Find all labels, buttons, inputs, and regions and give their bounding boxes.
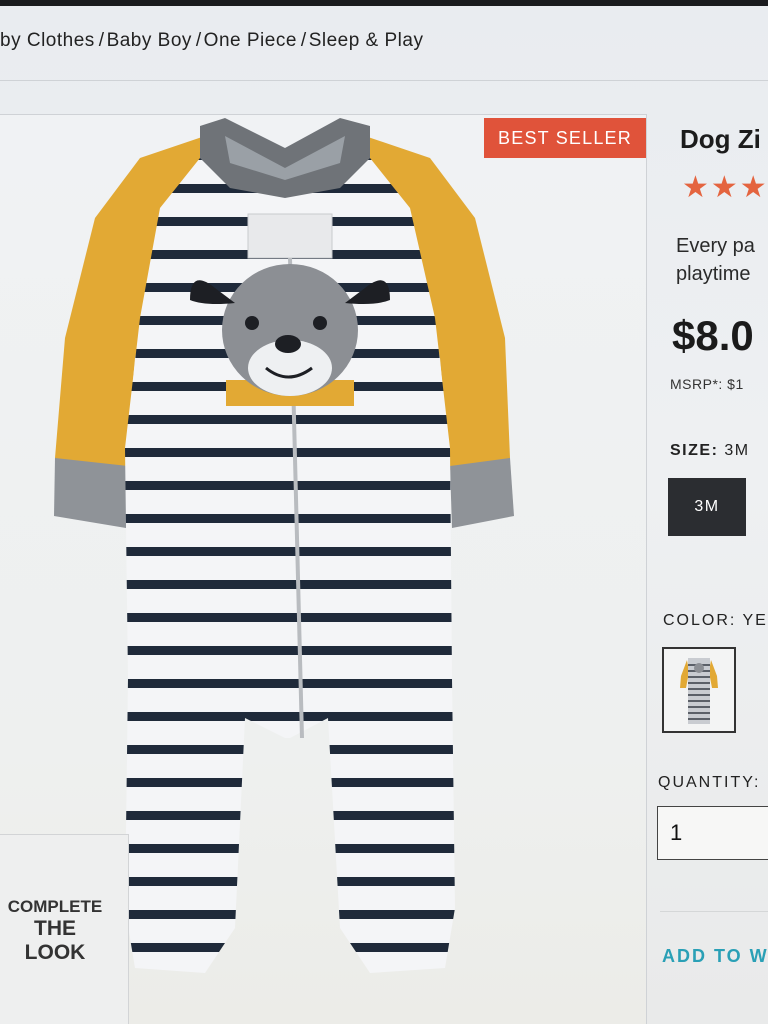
header-divider [0,80,768,81]
product-price: $8.0 [672,312,754,359]
details-divider [660,911,768,912]
color-label: COLOR: YE [663,612,768,629]
size-label: SIZE: 3M [670,442,750,459]
breadcrumb: by Clothes / Baby Boy / One Piece / Sleep & Pl… [0,30,425,52]
breadcrumb-separator: / [98,30,105,51]
product-page: by Clothes / Baby Boy / One Piece / Sleep & Pl… [0,6,768,1024]
swatch-thumbnail-onesie [680,658,718,724]
breadcrumb-separator: / [195,30,202,51]
breadcrumb-item-baby-boy[interactable]: Baby Boy [107,30,192,51]
complete-the-look-box[interactable]: COMPLETE THE LOOK [0,834,129,1024]
rating-stars[interactable]: ★★★ [682,170,768,205]
size-selected-value: 3M [724,442,750,459]
quantity-label: QUANTITY: [658,774,761,791]
add-to-wishlist-link[interactable]: ADD TO W [662,946,768,967]
breadcrumb-separator: / [300,30,307,51]
complete-the-look-label: COMPLETE THE LOOK [7,897,103,964]
product-description: Every pa playtime [676,235,755,285]
size-option-3m[interactable]: 3M [668,478,746,536]
product-details: Dog Zi ★★★ Every pa playtime $8.0 MSRP*:… [657,6,768,1024]
breadcrumb-item-sleep-play[interactable]: Sleep & Play [309,30,424,51]
breadcrumb-item-baby-clothes[interactable]: by Clothes [0,30,95,51]
color-swatch-yellow[interactable] [662,647,736,733]
msrp-text: MSRP*: $1 [670,376,744,392]
breadcrumb-item-one-piece[interactable]: One Piece [204,30,297,51]
quantity-input[interactable] [657,806,768,860]
product-title: Dog Zi [680,124,761,154]
